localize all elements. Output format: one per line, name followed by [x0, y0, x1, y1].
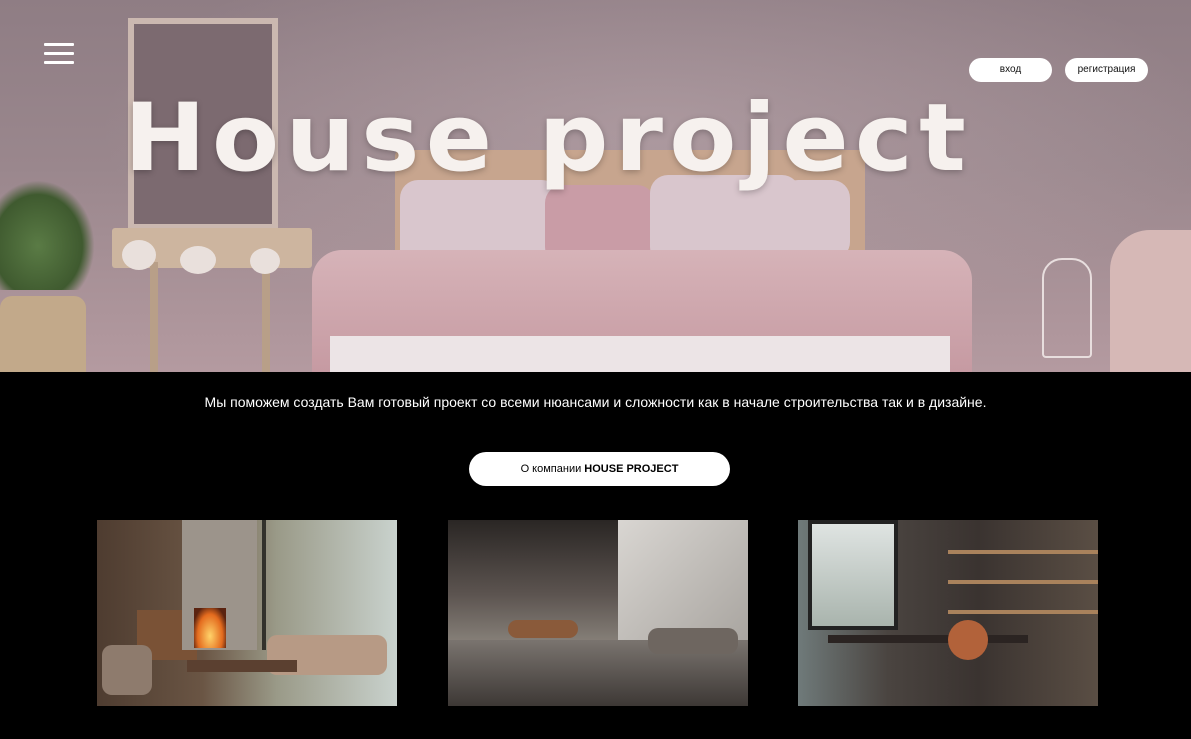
vase-decor — [122, 240, 156, 270]
window-decor — [808, 520, 898, 630]
tagline-text: Мы поможем создать Вам готовый проект со… — [204, 394, 987, 410]
fire-decor — [194, 608, 226, 648]
marble-wall-decor — [618, 520, 748, 640]
gallery-image-hall[interactable] — [448, 520, 748, 706]
hero-title: House project — [124, 84, 973, 193]
vase-decor — [250, 248, 280, 274]
login-button[interactable]: вход — [969, 58, 1052, 82]
hamburger-menu-icon[interactable] — [44, 43, 74, 65]
side-table-leg — [150, 262, 158, 372]
register-button[interactable]: регистрация — [1065, 58, 1148, 82]
armchair-decor — [1110, 230, 1191, 372]
window-frame — [262, 520, 266, 650]
hero-banner: House project вход регистрация — [0, 0, 1191, 372]
gallery-image-office[interactable] — [798, 520, 1098, 706]
desk-decor — [828, 635, 1028, 643]
bookshelf — [948, 610, 1098, 614]
armchair-decor — [102, 645, 152, 695]
plant-decor — [0, 180, 95, 290]
bed-sheet — [330, 336, 950, 372]
bookshelf — [948, 550, 1098, 554]
basket-decor — [0, 296, 86, 372]
gallery-image-living-room[interactable] — [97, 520, 397, 706]
about-company-button[interactable]: О компании HOUSE PROJECT — [469, 452, 730, 486]
vase-decor — [180, 246, 216, 274]
lantern-decor — [1042, 258, 1092, 358]
about-button-prefix: О компании — [520, 463, 585, 475]
bookshelf — [948, 580, 1098, 584]
office-chair-decor — [948, 620, 988, 660]
side-table-leg — [262, 262, 270, 372]
sofa-decor — [648, 628, 738, 654]
sofa-decor — [508, 620, 578, 638]
coffee-table-decor — [187, 660, 297, 672]
about-button-brand: HOUSE PROJECT — [584, 463, 679, 475]
